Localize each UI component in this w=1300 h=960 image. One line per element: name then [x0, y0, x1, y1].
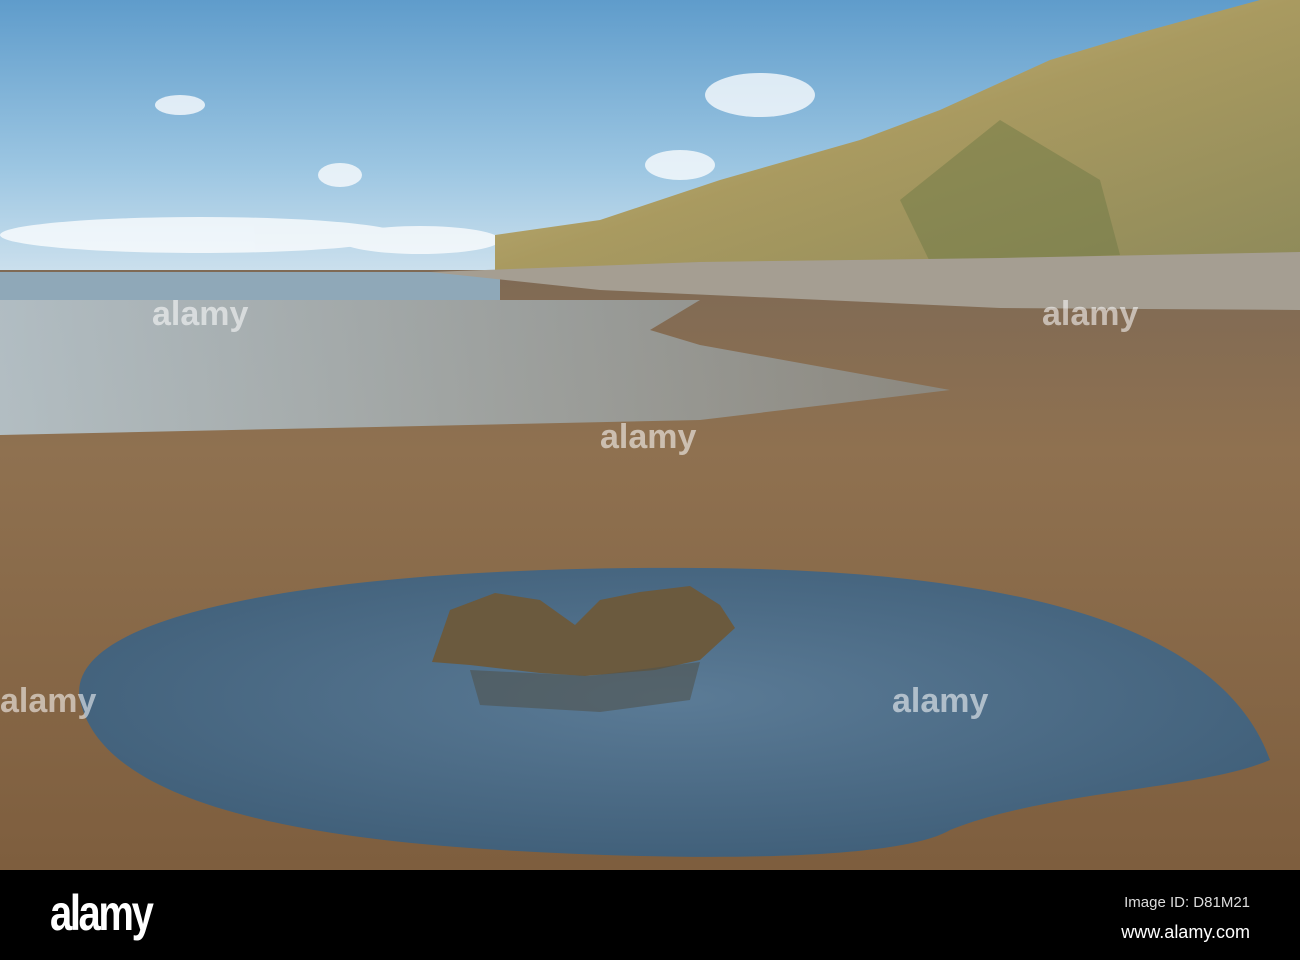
- beach-photo: alamy alamy alamy alamy alamy: [0, 0, 1300, 870]
- watermark: alamy: [1042, 295, 1138, 333]
- watermark: alamy: [152, 295, 248, 333]
- watermark: alamy: [892, 682, 988, 720]
- image-id: Image ID: D81M21: [1124, 894, 1250, 911]
- watermark: alamy: [600, 418, 696, 456]
- alamy-logo: alamy: [50, 885, 154, 941]
- stock-photo: alamy alamy alamy alamy alamy alamy Imag…: [0, 0, 1300, 960]
- website-url: www.alamy.com: [1121, 922, 1250, 942]
- watermark: alamy: [0, 682, 96, 720]
- footer-bar: alamy Image ID: D81M21 www.alamy.com: [0, 870, 1300, 960]
